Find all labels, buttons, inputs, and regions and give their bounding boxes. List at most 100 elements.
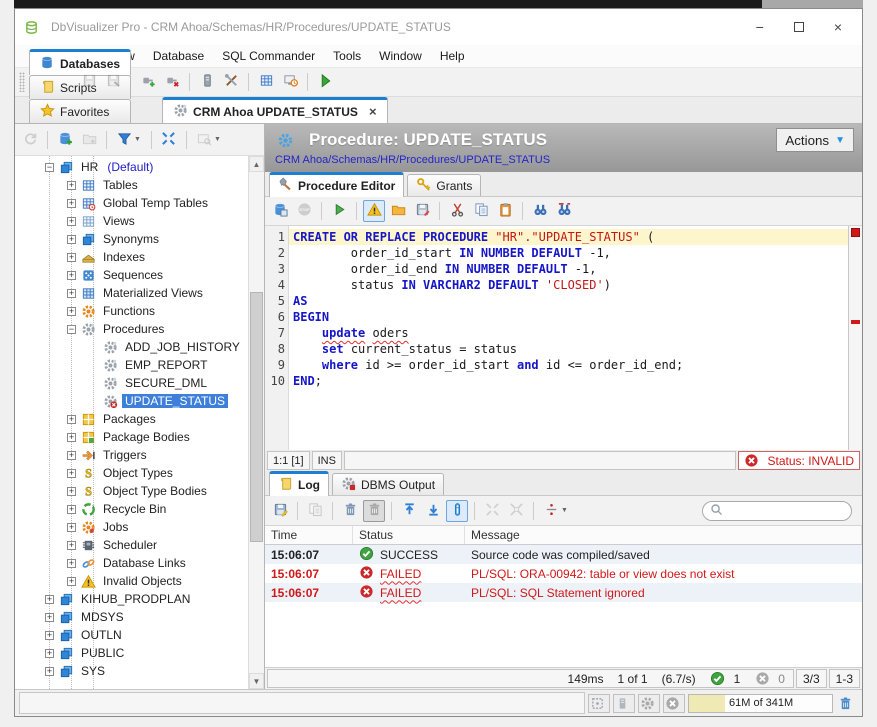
code-line[interactable]: set current_status = status (289, 341, 848, 357)
scrollbar-thumb[interactable] (250, 292, 263, 542)
tree-item-package-bodies[interactable]: +Package Bodies (15, 428, 248, 446)
tree-expander[interactable]: + (67, 505, 76, 514)
collapse-button[interactable] (505, 500, 527, 522)
column-header-status[interactable]: Status (353, 526, 465, 544)
collapse-all-button[interactable] (158, 129, 180, 151)
copy-button[interactable] (470, 200, 492, 222)
toolbar-grip[interactable] (19, 72, 25, 92)
error-marker[interactable] (851, 228, 860, 237)
code-line[interactable]: status IN VARCHAR2 DEFAULT 'CLOSED') (289, 277, 848, 293)
tab-databases[interactable]: Databases (29, 49, 131, 75)
grid-status-button[interactable] (588, 694, 610, 713)
maximize-button[interactable] (794, 22, 804, 32)
search-folder-button[interactable]: ▼ (193, 129, 225, 151)
tree-item-synonyms[interactable]: +Synonyms (15, 230, 248, 248)
menu-help[interactable]: Help (432, 46, 473, 66)
error-stripe[interactable] (848, 226, 862, 450)
column-header-time[interactable]: Time (265, 526, 353, 544)
tree-item-outln[interactable]: +OUTLN (15, 626, 248, 644)
tree-item-database-links[interactable]: +Database Links (15, 554, 248, 572)
tree-item-invalid-objects[interactable]: +Invalid Objects (15, 572, 248, 590)
copy-button[interactable] (304, 500, 326, 522)
tree-item-packages[interactable]: +Packages (15, 410, 248, 428)
tree-expander[interactable]: + (67, 199, 76, 208)
code-line[interactable]: CREATE OR REPLACE PROCEDURE "HR"."UPDATE… (289, 229, 848, 245)
menu-tools[interactable]: Tools (325, 46, 369, 66)
tree-item-update-status[interactable]: UPDATE_STATUS (15, 392, 248, 410)
minimize-button[interactable]: − (756, 19, 764, 35)
export-edit-button[interactable] (269, 500, 291, 522)
tree-item-add-job-history[interactable]: ADD_JOB_HISTORY (15, 338, 248, 356)
database-add-button[interactable] (54, 129, 76, 151)
code-line[interactable]: where id >= order_id_start and id <= ord… (289, 357, 848, 373)
tree-item-procedures[interactable]: −Procedures (15, 320, 248, 338)
tree-expander[interactable]: + (67, 307, 76, 316)
tree-expander[interactable]: + (67, 217, 76, 226)
close-button[interactable]: × (834, 19, 842, 35)
tree-expander[interactable]: + (67, 577, 76, 586)
folder-add-button[interactable] (78, 129, 100, 151)
tree-expander[interactable]: + (67, 469, 76, 478)
code-line[interactable]: AS (289, 293, 848, 309)
code-line[interactable]: END; (289, 373, 848, 389)
tree-scrollbar[interactable]: ▲ ▼ (248, 156, 264, 689)
replace-button[interactable] (553, 200, 575, 222)
connections-status-button[interactable] (613, 694, 635, 713)
column-header-message[interactable]: Message (465, 526, 862, 544)
tab-dbms-output[interactable]: DBMS Output (332, 473, 444, 495)
tree-expander[interactable]: + (67, 559, 76, 568)
save-edit-button[interactable] (411, 200, 433, 222)
tree-expander[interactable]: + (45, 631, 54, 640)
open-folder-button[interactable] (387, 200, 409, 222)
tree-expander[interactable]: − (67, 325, 76, 334)
code-line[interactable]: order_id_start IN NUMBER DEFAULT -1, (289, 245, 848, 261)
error-marker[interactable] (851, 320, 860, 324)
run-button[interactable] (314, 71, 336, 93)
tab-log[interactable]: Log (269, 471, 329, 496)
tree-expander[interactable]: + (67, 415, 76, 424)
tree-item-tables[interactable]: +Tables (15, 176, 248, 194)
db-save-button[interactable] (269, 200, 291, 222)
tree-item-hr[interactable]: −HR(Default) (15, 158, 248, 176)
tree-item-object-type-bodies[interactable]: +SObject Type Bodies (15, 482, 248, 500)
tree-expander[interactable]: + (45, 667, 54, 676)
monitor-clock-button[interactable] (279, 71, 301, 93)
connect-button[interactable] (137, 71, 159, 93)
refresh-button[interactable] (19, 129, 41, 151)
tree-item-public[interactable]: +PUBLIC (15, 644, 248, 662)
tree-expander[interactable]: + (67, 253, 76, 262)
tree-item-object-types[interactable]: +SObject Types (15, 464, 248, 482)
tree-expander[interactable]: + (67, 451, 76, 460)
warning-button[interactable] (363, 200, 385, 222)
code-area[interactable]: CREATE OR REPLACE PROCEDURE "HR"."UPDATE… (289, 226, 848, 450)
menu-database[interactable]: Database (145, 46, 212, 66)
tasks-status-button[interactable] (638, 694, 660, 713)
tree-expander[interactable]: + (67, 487, 76, 496)
tree-item-scheduler[interactable]: +Scheduler (15, 536, 248, 554)
scroll-up-button[interactable]: ▲ (249, 156, 264, 172)
tree-item-triggers[interactable]: +Triggers (15, 446, 248, 464)
log-row[interactable]: 15:06:07FAILEDPL/SQL: ORA-00942: table o… (265, 564, 862, 583)
tree-item-functions[interactable]: +Functions (15, 302, 248, 320)
code-line[interactable]: order_id_end IN NUMBER DEFAULT -1, (289, 261, 848, 277)
tree-item-indexes[interactable]: +Indexes (15, 248, 248, 266)
tree-expander[interactable]: + (67, 541, 76, 550)
find-button[interactable] (529, 200, 551, 222)
menu-sql-commander[interactable]: SQL Commander (214, 46, 323, 66)
tree-item-sequences[interactable]: +Sequences (15, 266, 248, 284)
tree-expander[interactable]: + (67, 235, 76, 244)
tree-item-recycle-bin[interactable]: +Recycle Bin (15, 500, 248, 518)
paste-button[interactable] (494, 200, 516, 222)
log-search-box[interactable] (702, 501, 852, 521)
server-button[interactable] (196, 71, 218, 93)
tree-item-global-temp-tables[interactable]: +Global Temp Tables (15, 194, 248, 212)
tab-grants[interactable]: Grants (407, 174, 481, 196)
tree-expander[interactable]: + (67, 271, 76, 280)
disconnect-button[interactable] (161, 71, 183, 93)
memory-gauge[interactable]: 61M of 341M (688, 694, 833, 713)
code-line[interactable]: update oders (289, 325, 848, 341)
log-row[interactable]: 15:06:07FAILEDPL/SQL: SQL Statement igno… (265, 583, 862, 602)
close-tab-icon[interactable]: × (369, 104, 377, 119)
tree-item-emp-report[interactable]: EMP_REPORT (15, 356, 248, 374)
expand-button[interactable] (481, 500, 503, 522)
